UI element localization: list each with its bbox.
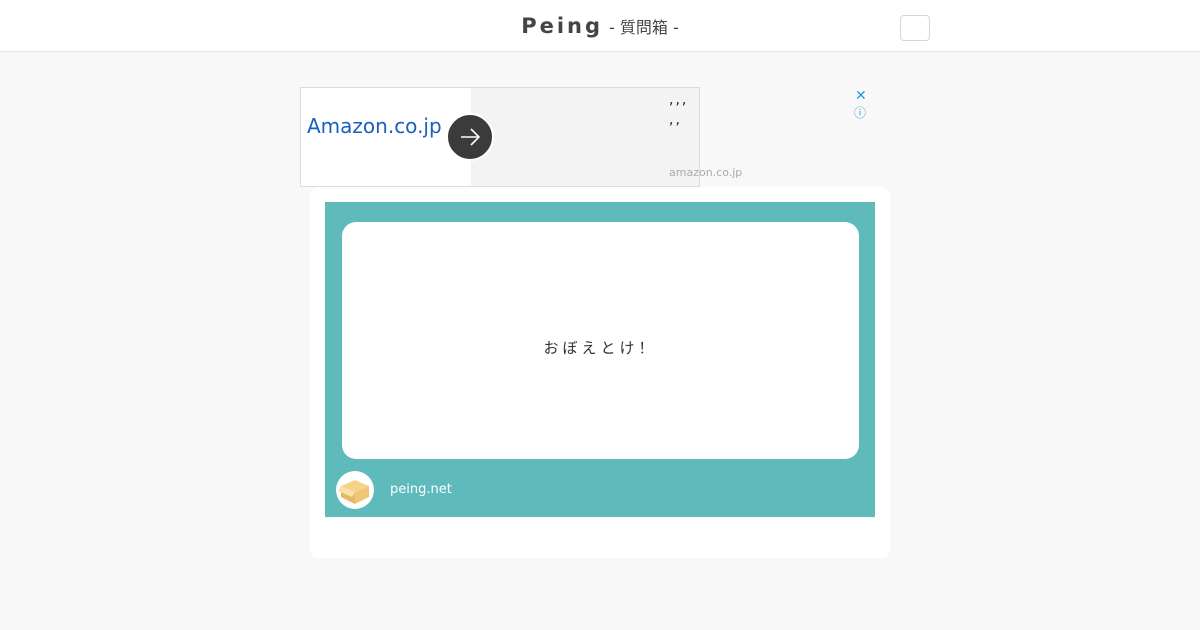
site-url: peing.net — [390, 482, 452, 497]
site-header: Peing - 質問箱 - — [0, 0, 1200, 52]
cardboard-box-icon — [336, 471, 374, 509]
close-icon[interactable]: ✕ — [855, 88, 867, 104]
arrow-right-icon-graphic — [461, 128, 481, 146]
menu-button[interactable] — [900, 15, 930, 41]
ad-text-line: ,, — [669, 112, 682, 128]
question-text: おぼえとけ！ — [543, 339, 658, 357]
question-bubble: おぼえとけ！ — [342, 222, 859, 459]
avatar-graphic — [338, 480, 369, 504]
question-image: おぼえとけ！ peing.net — [325, 202, 875, 517]
ad-text-line: ,,, — [669, 92, 689, 108]
arrow-right-icon[interactable] — [446, 113, 494, 161]
ad-text-panel[interactable]: ,,, ,, amazon.co.jp ✕ ⓘ — [471, 88, 867, 186]
ad-brand-link[interactable]: Amazon.co.jp — [307, 114, 442, 138]
ad-domain: amazon.co.jp — [669, 166, 743, 179]
ad-banner[interactable]: Amazon.co.jp ,,, ,, amazon.co.jp ✕ ⓘ — [300, 87, 867, 187]
info-icon[interactable]: ⓘ — [854, 104, 866, 121]
brand-logo-text[interactable]: Peing — [521, 14, 603, 38]
site-brand[interactable]: Peing - 質問箱 - — [0, 14, 1200, 38]
brand-subtitle: - 質問箱 - — [609, 18, 679, 37]
question-card: おぼえとけ！ peing.net — [310, 187, 890, 558]
